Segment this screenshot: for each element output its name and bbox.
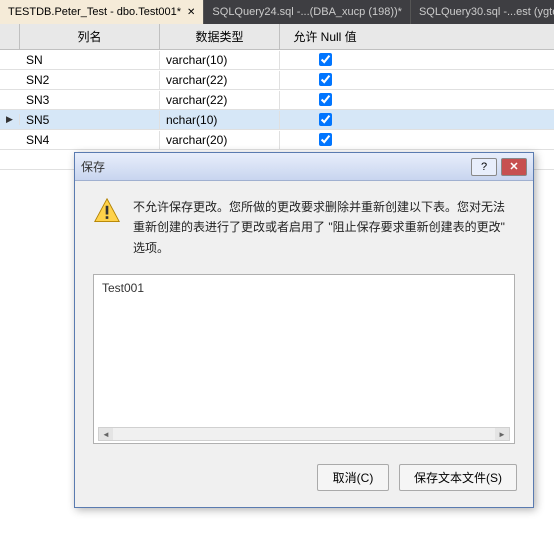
warning-icon [93, 197, 121, 228]
save-text-file-button[interactable]: 保存文本文件(S) [399, 464, 517, 491]
data-type-cell[interactable]: nchar(10) [160, 111, 280, 129]
tab-label: TESTDB.Peter_Test - dbo.Test001* [8, 6, 181, 18]
allow-null-header: 允许 Null 值 [280, 24, 370, 49]
data-type-cell[interactable]: varchar(22) [160, 91, 280, 109]
close-icon[interactable]: ✕ [501, 158, 527, 176]
allow-null-cell[interactable] [280, 131, 370, 148]
table-row[interactable]: ▶ SN5nchar(10) [0, 110, 554, 130]
column-name-cell[interactable]: SN3 [20, 91, 160, 109]
close-icon[interactable]: ✕ [187, 7, 195, 18]
row-pointer-icon: ▶ [6, 114, 13, 125]
tab[interactable]: SQLQuery24.sql -...(DBA_xucp (198))* [204, 0, 411, 24]
horizontal-scrollbar[interactable]: ◄ ► [98, 427, 510, 441]
data-type-cell[interactable]: varchar(20) [160, 131, 280, 149]
tab-label: SQLQuery30.sql -...est (ygtest (2 [419, 6, 554, 18]
dialog-footer: 取消(C) 保存文本文件(S) [75, 452, 533, 507]
data-type-cell[interactable]: varchar(22) [160, 71, 280, 89]
column-name-header: 列名 [20, 24, 160, 49]
help-icon[interactable]: ? [471, 158, 497, 176]
grid-body: SNvarchar(10)SN2varchar(22)SN3varchar(22… [0, 50, 554, 150]
scroll-right-icon[interactable]: ► [495, 428, 509, 440]
scroll-left-icon[interactable]: ◄ [99, 428, 113, 440]
column-name-cell[interactable]: SN4 [20, 131, 160, 149]
table-row[interactable]: SN2varchar(22) [0, 70, 554, 90]
tab-label: SQLQuery24.sql -...(DBA_xucp (198))* [212, 6, 402, 18]
tab[interactable]: TESTDB.Peter_Test - dbo.Test001* ✕ [0, 0, 204, 24]
allow-null-checkbox[interactable] [319, 133, 332, 146]
selector-header [0, 24, 20, 49]
dialog-message: 不允许保存更改。您所做的更改要求删除并重新创建以下表。您对无法重新创建的表进行了… [133, 197, 515, 258]
save-dialog: 保存 ? ✕ 不允许保存更改。您所做的更改要求删除并重新创建以下表。您对无法重新… [74, 152, 534, 508]
table-row[interactable]: SN3varchar(22) [0, 90, 554, 110]
table-listbox[interactable]: Test001 ◄ ► [93, 274, 515, 444]
data-type-cell[interactable]: varchar(10) [160, 51, 280, 69]
tab-bar: TESTDB.Peter_Test - dbo.Test001* ✕ SQLQuer… [0, 0, 554, 24]
allow-null-cell[interactable] [280, 111, 370, 128]
dialog-title: 保存 [81, 158, 467, 175]
column-name-cell[interactable]: SN [20, 51, 160, 69]
allow-null-cell[interactable] [280, 91, 370, 108]
allow-null-checkbox[interactable] [319, 53, 332, 66]
cancel-button[interactable]: 取消(C) [317, 464, 389, 491]
allow-null-checkbox[interactable] [319, 73, 332, 86]
dialog-titlebar[interactable]: 保存 ? ✕ [75, 153, 533, 181]
allow-null-checkbox[interactable] [319, 93, 332, 106]
table-designer-grid: 列名 数据类型 允许 Null 值 SNvarchar(10)SN2varcha… [0, 24, 554, 170]
allow-null-cell[interactable] [280, 71, 370, 88]
list-item[interactable]: Test001 [102, 281, 506, 295]
column-name-cell[interactable]: SN5 [20, 111, 160, 129]
column-name-cell[interactable]: SN2 [20, 71, 160, 89]
data-type-header: 数据类型 [160, 24, 280, 49]
allow-null-cell[interactable] [280, 51, 370, 68]
allow-null-checkbox[interactable] [319, 113, 332, 126]
dialog-body: 不允许保存更改。您所做的更改要求删除并重新创建以下表。您对无法重新创建的表进行了… [75, 181, 533, 452]
table-row[interactable]: SN4varchar(20) [0, 130, 554, 150]
table-row[interactable]: SNvarchar(10) [0, 50, 554, 70]
tab[interactable]: SQLQuery30.sql -...est (ygtest (2 [411, 0, 554, 24]
grid-header: 列名 数据类型 允许 Null 值 [0, 24, 554, 50]
row-selector[interactable]: ▶ [0, 114, 20, 125]
